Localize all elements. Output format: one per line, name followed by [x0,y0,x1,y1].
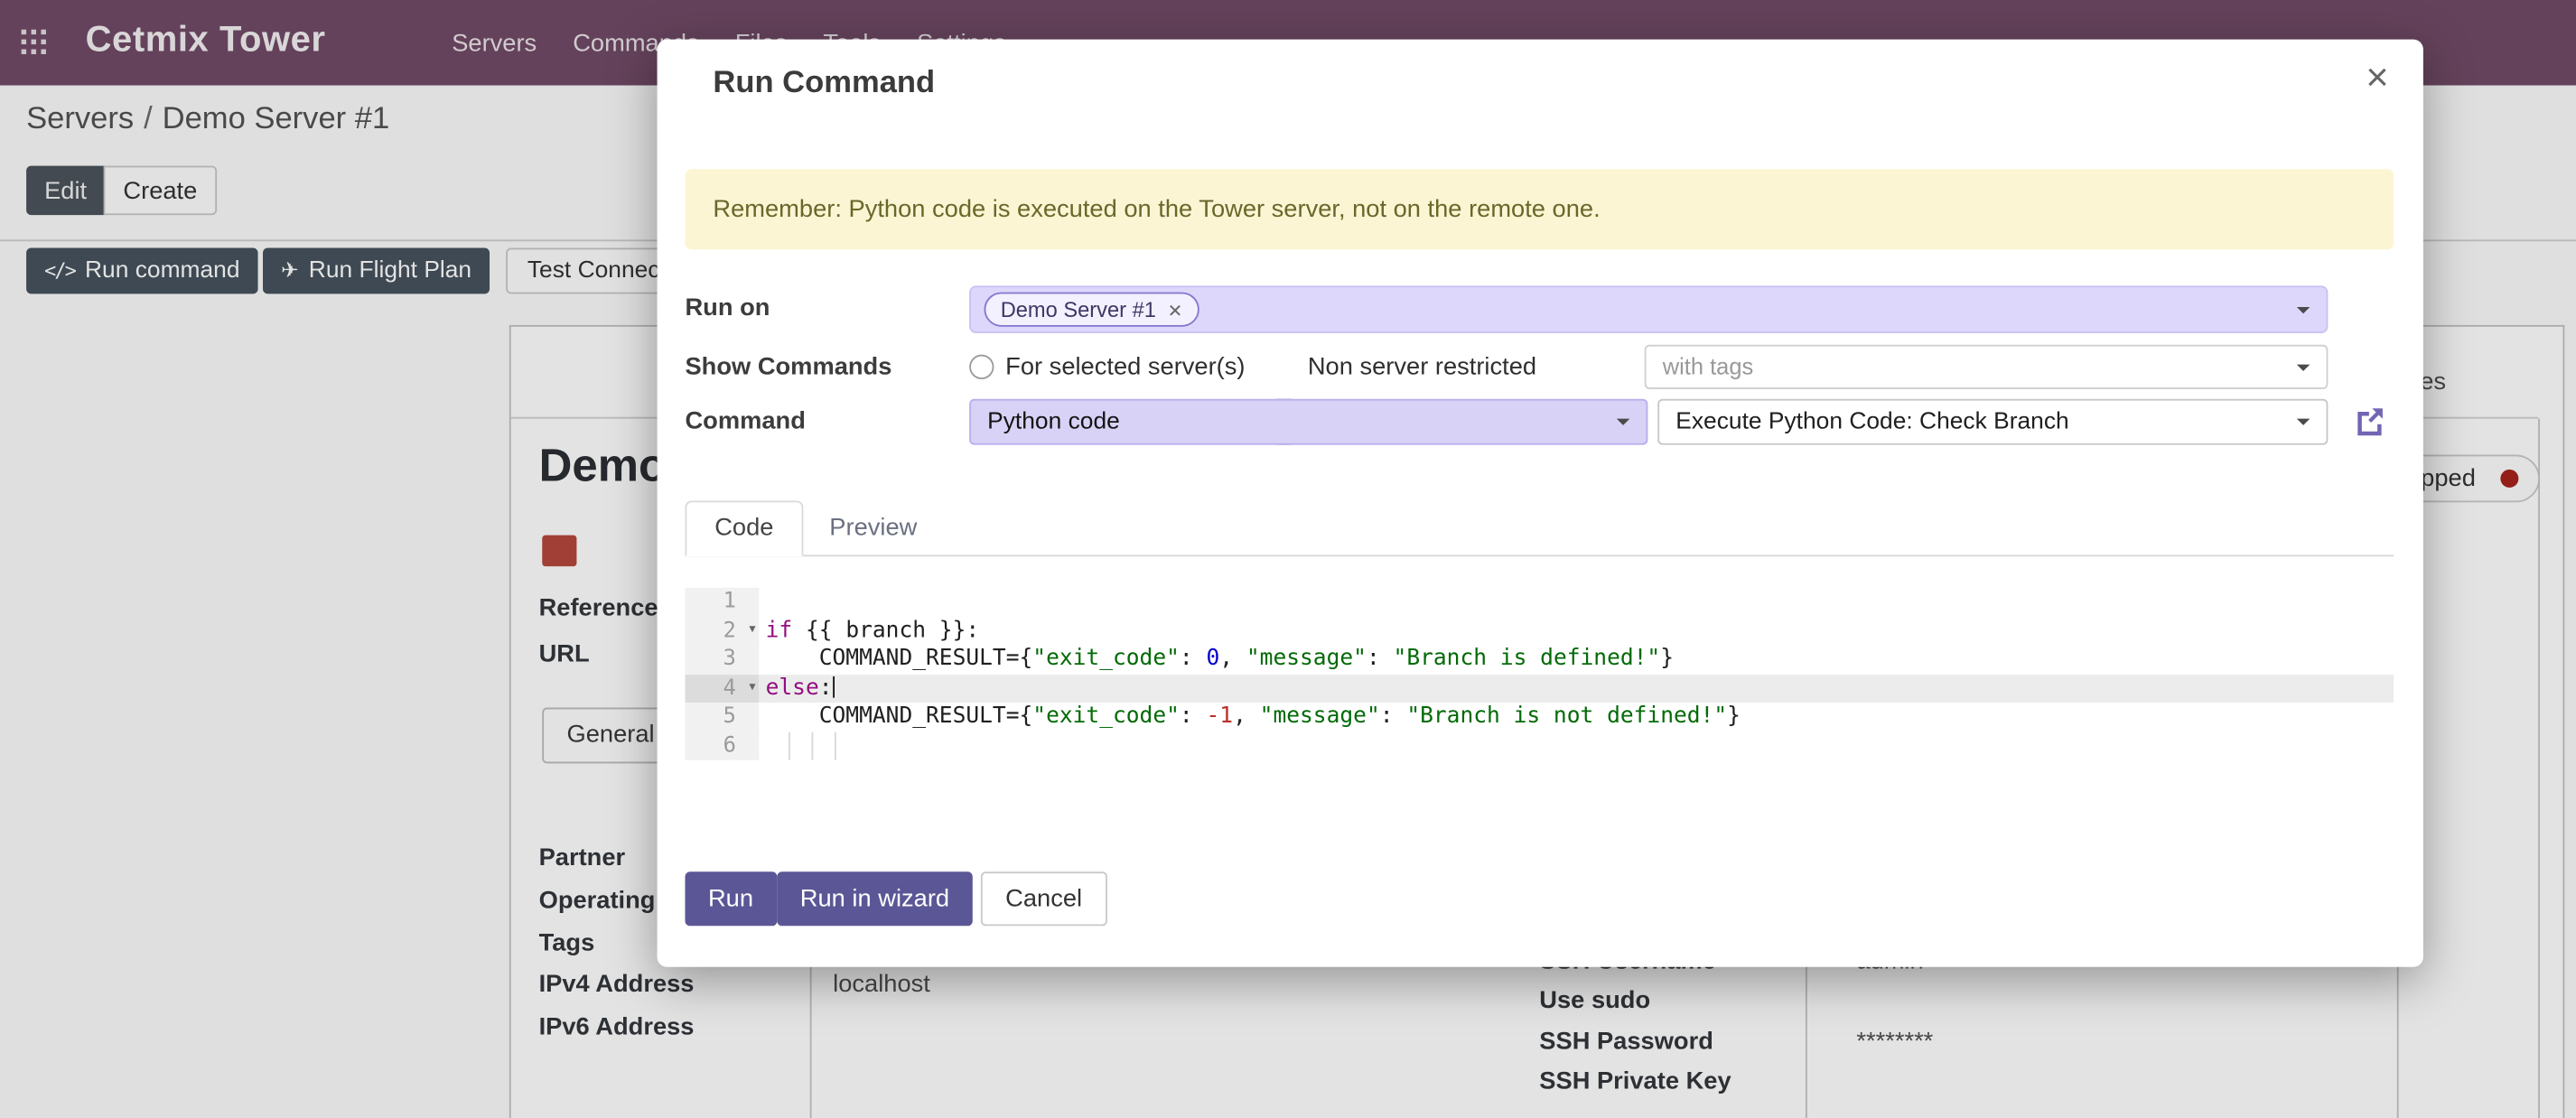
close-icon[interactable]: × [2351,52,2403,105]
code-line: 3 COMMAND_RESULT={"exit_code": 0, "messa… [685,645,2394,674]
tag-remove-icon[interactable]: ✕ [1168,302,1183,321]
tab-code[interactable]: Code [685,500,803,556]
line-number: 5 [685,703,759,731]
code-line: 2▾if {{ branch }}: [685,617,2394,646]
caret-down-icon [1617,419,1630,425]
code-line-text [759,731,2394,760]
line-number: 2▾ [685,617,759,646]
command-type-value: Python code [987,409,1120,435]
show-commands-label: Show Commands [685,351,891,384]
code-line: 4▾else: [685,674,2394,703]
line-number: 4▾ [685,674,759,703]
code-line-text [759,588,2394,617]
warning-alert: Remember: Python code is executed on the… [685,169,2394,249]
caret-down-icon [2297,364,2310,370]
radio-for-selected-servers[interactable] [969,355,994,379]
code-line-text: COMMAND_RESULT={"exit_code": -1, "messag… [759,703,2394,731]
cancel-button[interactable]: Cancel [981,871,1107,926]
run-in-wizard-button[interactable]: Run in wizard [777,871,972,926]
with-tags-placeholder: with tags [1663,353,1753,379]
command-select[interactable]: Execute Python Code: Check Branch [1657,399,2328,445]
line-number: 1 [685,588,759,617]
caret-down-icon [2297,419,2310,425]
line-number: 6 [685,731,759,760]
code-line: 5 COMMAND_RESULT={"exit_code": -1, "mess… [685,703,2394,731]
indent-guide [812,731,814,760]
code-line: 6 [685,731,2394,760]
run-command-dialog: Run Command × Remember: Python code is e… [658,40,2423,967]
radio-for-selected-servers-label[interactable]: For selected server(s) [1005,351,1245,384]
server-tag: Demo Server #1 ✕ [985,293,1199,327]
run-button[interactable]: Run [685,871,776,926]
text-cursor [833,675,835,697]
code-line-text: if {{ branch }}: [759,617,2394,646]
code-editor[interactable]: 12▾if {{ branch }}:3 COMMAND_RESULT={"ex… [685,588,2394,760]
indent-guide [835,731,836,760]
run-on-field[interactable]: Demo Server #1 ✕ [969,285,2328,333]
code-line: 1 [685,588,2394,617]
fold-arrow-icon[interactable]: ▾ [748,672,758,701]
command-label: Command [685,405,805,438]
code-line-text: COMMAND_RESULT={"exit_code": 0, "message… [759,645,2394,674]
with-tags-select[interactable]: with tags [1645,345,2329,389]
code-line-text: else: [759,674,2394,703]
command-value: Execute Python Code: Check Branch [1675,409,2068,435]
app-root: Cetmix Tower Servers Commands Files Tool… [0,0,2576,1118]
fold-arrow-icon[interactable]: ▾ [748,615,758,644]
indent-guide [789,731,790,760]
tab-preview[interactable]: Preview [826,500,920,554]
radio-non-server-restricted-label[interactable]: Non server restricted [1308,351,1536,384]
caret-down-icon [2297,306,2310,312]
command-type-select[interactable]: Python code [969,399,1647,445]
line-number: 3 [685,645,759,674]
server-tag-label: Demo Server #1 [1001,297,1156,321]
external-link-icon[interactable] [2351,404,2387,440]
run-on-label: Run on [685,293,770,325]
dialog-title: Run Command [713,66,935,102]
editor-tabs: Code Preview [685,500,2394,556]
